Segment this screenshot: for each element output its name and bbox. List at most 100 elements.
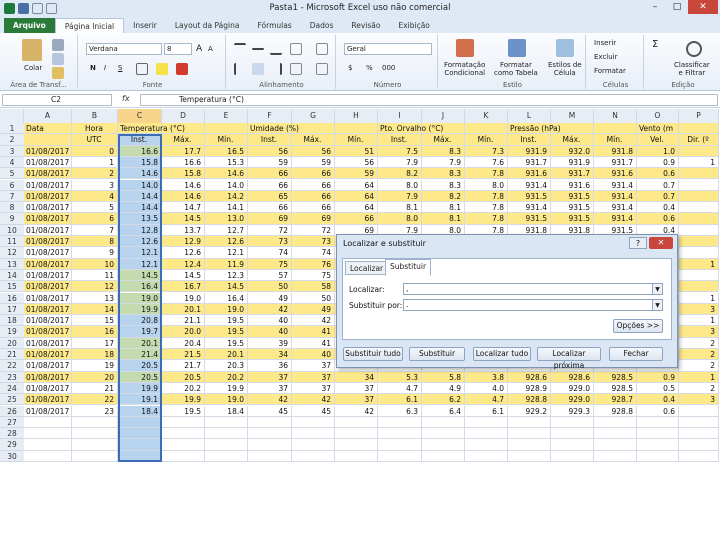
row-header[interactable]: 1 <box>0 123 24 135</box>
sheet-cell[interactable] <box>378 439 422 451</box>
sheet-cell[interactable]: 14.6 <box>205 168 248 180</box>
sheet-cell[interactable]: 74 <box>248 247 292 259</box>
sheet-cell[interactable]: 37 <box>292 382 335 395</box>
replace-button[interactable]: Substituir <box>409 347 465 361</box>
sheet-cell[interactable]: 69 <box>248 213 292 225</box>
sheet-cell[interactable] <box>24 428 72 440</box>
sheet-cell[interactable]: 20.2 <box>162 382 205 395</box>
tab-arquivo[interactable]: Arquivo <box>4 18 55 33</box>
sheet-cell[interactable]: 0.4 <box>637 394 679 406</box>
sheet-cell[interactable]: 6.2 <box>422 394 465 406</box>
sheet-cell[interactable]: 2 <box>679 337 719 349</box>
grow-font-button[interactable]: A <box>196 44 202 54</box>
sheet-cell[interactable] <box>508 428 551 440</box>
sheet-cell[interactable]: 20.1 <box>162 303 205 316</box>
row-header[interactable]: 3 <box>0 145 24 157</box>
sheet-cell[interactable]: 66 <box>292 179 335 191</box>
shrink-font-button[interactable]: A <box>208 45 213 53</box>
sheet-cell[interactable]: Máx. <box>292 134 335 146</box>
sheet-cell[interactable]: 01/08/2017 <box>24 281 72 293</box>
copy-icon[interactable] <box>52 53 64 65</box>
sheet-cell[interactable]: 01/08/2017 <box>24 179 72 191</box>
sheet-cell[interactable]: 37 <box>335 382 378 395</box>
sheet-cell[interactable]: 7.8 <box>465 168 508 180</box>
sheet-cell[interactable]: Umidade (%) <box>248 123 299 135</box>
sheet-cell[interactable] <box>205 428 248 440</box>
replace-input[interactable]: . <box>403 299 653 311</box>
sheet-cell[interactable]: 2 <box>679 360 719 372</box>
sheet-cell[interactable]: 20.5 <box>118 360 162 372</box>
sheet-cell[interactable]: 5.3 <box>378 371 422 383</box>
sheet-cell[interactable] <box>637 428 679 440</box>
sheet-cell[interactable] <box>679 450 719 462</box>
sheet-cell[interactable]: 1 <box>679 156 719 169</box>
sheet-cell[interactable]: 2 <box>72 168 118 180</box>
sheet-cell[interactable]: 12.4 <box>162 258 205 270</box>
sheet-cell[interactable]: 19.0 <box>205 394 248 406</box>
sheet-cell[interactable] <box>162 428 205 440</box>
sheet-cell[interactable]: 0.5 <box>637 382 679 395</box>
sheet-cell[interactable]: 928.6 <box>508 371 551 383</box>
formula-input[interactable]: Temperatura (°C) <box>140 94 718 106</box>
sheet-cell[interactable] <box>637 450 679 462</box>
sheet-cell[interactable]: 01/08/2017 <box>24 213 72 225</box>
name-box[interactable]: C2 <box>2 94 112 106</box>
sheet-cell[interactable]: 12.7 <box>205 224 248 236</box>
sheet-cell[interactable]: 19 <box>72 360 118 372</box>
sheet-cell[interactable]: 932.0 <box>551 145 594 157</box>
sheet-cell[interactable]: 64 <box>335 202 378 214</box>
sheet-cell[interactable]: Mín. <box>465 134 508 146</box>
sheet-cell[interactable]: 20.2 <box>205 371 248 383</box>
sheet-cell[interactable]: 50 <box>248 281 292 293</box>
sheet-cell[interactable]: 14.1 <box>205 202 248 214</box>
conditional-format-icon[interactable] <box>456 39 474 57</box>
sheet-cell[interactable] <box>422 416 465 429</box>
sheet-cell[interactable]: 66 <box>292 168 335 180</box>
sheet-cell[interactable] <box>378 428 422 440</box>
sheet-cell[interactable]: 7.9 <box>378 156 422 169</box>
sheet-cell[interactable]: 931.4 <box>594 190 637 203</box>
column-header[interactable]: E <box>205 109 248 123</box>
sheet-cell[interactable]: 19.9 <box>118 303 162 316</box>
sheet-cell[interactable]: 15.3 <box>205 156 248 169</box>
bold-button[interactable]: N <box>90 64 96 72</box>
sheet-cell[interactable]: 37 <box>335 394 378 406</box>
italic-button[interactable]: I <box>104 64 106 72</box>
sheet-cell[interactable]: 66 <box>248 179 292 191</box>
sheet-cell[interactable]: 20.5 <box>162 371 205 383</box>
replace-dropdown[interactable]: ▼ <box>652 299 663 311</box>
sheet-cell[interactable]: 12.9 <box>162 236 205 248</box>
sheet-cell[interactable]: 931.6 <box>551 179 594 191</box>
sheet-cell[interactable]: 6.1 <box>378 394 422 406</box>
sheet-cell[interactable] <box>594 416 637 429</box>
sheet-cell[interactable]: 8.1 <box>422 202 465 214</box>
sheet-cell[interactable]: 56 <box>335 156 378 169</box>
sheet-cell[interactable]: 14.0 <box>205 179 248 191</box>
sheet-cell[interactable]: 14.6 <box>162 190 205 203</box>
sheet-cell[interactable]: 7 <box>72 224 118 236</box>
sheet-cell[interactable]: 0.7 <box>637 190 679 203</box>
format-table-icon[interactable] <box>508 39 526 57</box>
sheet-cell[interactable]: 57 <box>248 269 292 282</box>
sheet-cell[interactable] <box>679 202 719 214</box>
sheet-cell[interactable] <box>292 439 335 451</box>
sheet-cell[interactable]: Hora <box>72 123 118 135</box>
find-dropdown[interactable]: ▼ <box>652 283 663 295</box>
sheet-cell[interactable]: 19.5 <box>205 337 248 349</box>
sheet-cell[interactable]: 75 <box>248 258 292 270</box>
sheet-cell[interactable]: 7.8 <box>465 202 508 214</box>
sheet-cell[interactable]: 931.9 <box>551 156 594 169</box>
sheet-cell[interactable]: 10 <box>72 258 118 270</box>
sheet-cell[interactable] <box>335 416 378 429</box>
sheet-cell[interactable] <box>679 168 719 180</box>
sheet-cell[interactable]: 16.5 <box>205 145 248 157</box>
sheet-cell[interactable]: 14.5 <box>162 269 205 282</box>
sheet-cell[interactable]: 8.0 <box>465 179 508 191</box>
sheet-cell[interactable]: 19.5 <box>205 315 248 327</box>
sheet-cell[interactable]: 21.5 <box>162 349 205 361</box>
sheet-cell[interactable] <box>335 428 378 440</box>
merge-icon[interactable] <box>316 63 328 75</box>
sheet-cell[interactable]: 65 <box>248 190 292 203</box>
sheet-cell[interactable] <box>465 428 508 440</box>
find-icon[interactable] <box>686 41 702 57</box>
